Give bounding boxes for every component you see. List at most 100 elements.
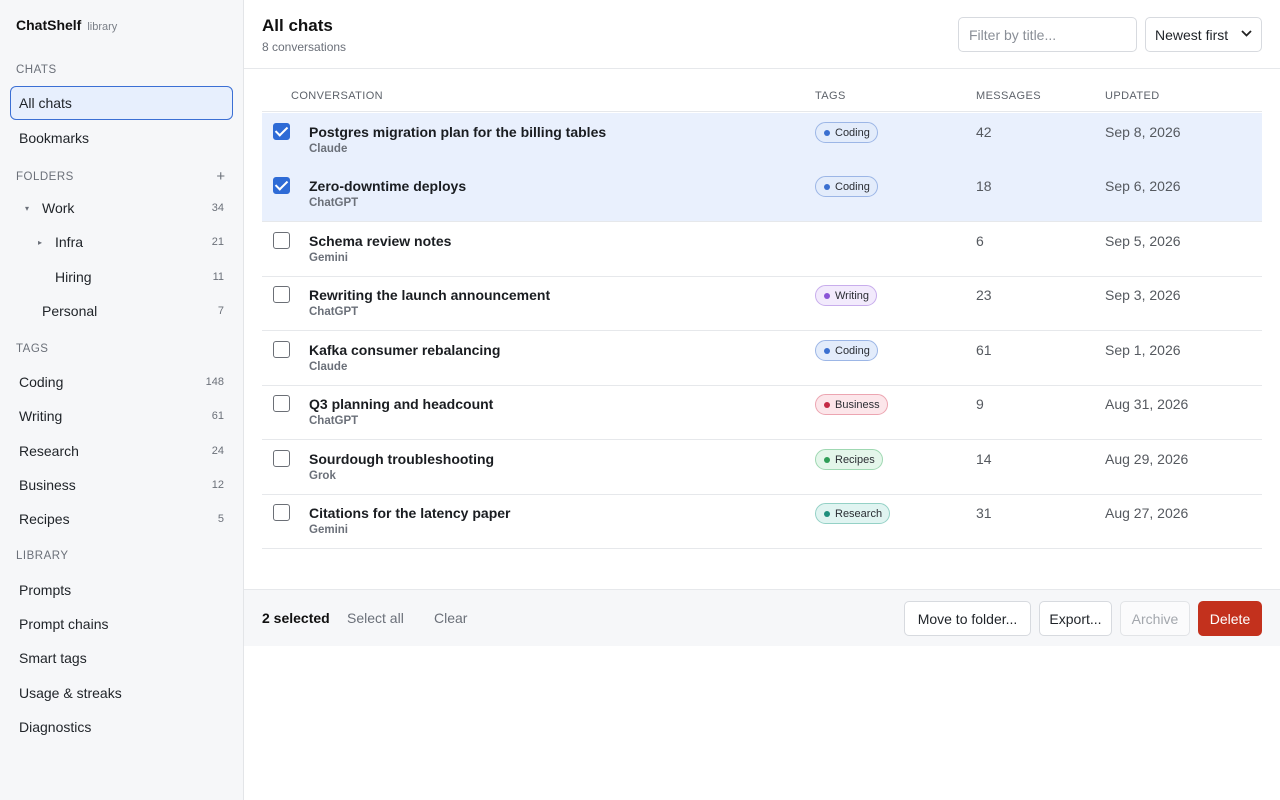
sidebar-item-all-chats[interactable]: All chats	[10, 86, 233, 120]
row-checkbox[interactable]	[273, 177, 290, 194]
sidebar-item-count: 61	[211, 410, 224, 422]
folder-infra[interactable]: ▸ Infra 21	[10, 225, 233, 259]
conversation-model: Gemini	[309, 524, 348, 536]
conversation-title[interactable]: Schema review notes	[309, 233, 451, 249]
select-all-button[interactable]: Select all	[347, 610, 404, 626]
row-checkbox[interactable]	[273, 504, 290, 521]
message-count: 6	[976, 233, 984, 249]
export-button[interactable]: Export...	[1039, 601, 1112, 636]
tag-badge[interactable]: Business	[815, 394, 888, 415]
conversation-title[interactable]: Sourdough troubleshooting	[309, 451, 494, 467]
column-tags[interactable]: TAGS	[815, 90, 846, 102]
message-count: 31	[976, 505, 992, 521]
row-checkbox[interactable]	[273, 232, 290, 249]
sidebar-item-count: 24	[211, 445, 224, 457]
conversation-title[interactable]: Kafka consumer rebalancing	[309, 342, 500, 358]
sort-select-value: Newest first	[1155, 26, 1229, 43]
folder-work[interactable]: ▾ Work 34	[10, 191, 233, 225]
filter-input[interactable]	[958, 17, 1137, 52]
sidebar-item-bookmarks[interactable]: Bookmarks	[10, 121, 233, 155]
row-checkbox[interactable]	[273, 286, 290, 303]
tag-badge[interactable]: Coding	[815, 340, 878, 361]
tag-filter-coding[interactable]: Coding 148	[10, 365, 233, 399]
brand-name: ChatShelf	[16, 17, 82, 33]
message-count: 61	[976, 342, 992, 358]
sidebar-item-label: Smart tags	[19, 650, 87, 666]
library-prompt-chains[interactable]: Prompt chains	[10, 607, 233, 641]
library-usage-streaks[interactable]: Usage & streaks	[10, 676, 233, 710]
library-prompts[interactable]: Prompts	[10, 573, 233, 607]
tag-filter-business[interactable]: Business 12	[10, 468, 233, 502]
table-row[interactable]: Q3 planning and headcount ChatGPT Business…	[262, 385, 1262, 440]
conversation-model: ChatGPT	[309, 415, 359, 427]
tag-badge[interactable]: Recipes	[815, 449, 883, 470]
tag-badge[interactable]: Coding	[815, 176, 878, 197]
library-smart-tags[interactable]: Smart tags	[10, 641, 233, 675]
folder-personal[interactable]: Personal 7	[10, 294, 233, 328]
conversation-title[interactable]: Postgres migration plan for the billing …	[309, 124, 606, 140]
delete-button[interactable]: Delete	[1198, 601, 1262, 636]
sidebar-item-label: Diagnostics	[19, 719, 92, 735]
sidebar-item-count: 34	[211, 202, 224, 214]
sidebar-item-label: Coding	[19, 374, 64, 390]
tags-heading: TAGS	[16, 343, 228, 355]
table-header: CONVERSATION TAGS MESSAGES UPDATED	[262, 80, 1262, 112]
row-checkbox[interactable]	[273, 341, 290, 358]
conversation-title[interactable]: Rewriting the launch announcement	[309, 287, 550, 303]
page-title: All chats	[262, 16, 333, 35]
conversation-model: ChatGPT	[309, 197, 359, 209]
message-count: 14	[976, 451, 992, 467]
tag-dot-icon	[824, 129, 830, 136]
column-updated[interactable]: UPDATED	[1105, 90, 1160, 102]
column-conversation[interactable]: CONVERSATION	[291, 90, 383, 102]
table-row[interactable]: Sourdough troubleshooting Grok Recipes 14 Au…	[262, 440, 1262, 495]
table-row[interactable]: Kafka consumer rebalancing Claude Coding 61…	[262, 331, 1262, 386]
folders-heading-label: FOLDERS	[16, 170, 74, 183]
tag-label: Writing	[835, 289, 870, 302]
move-to-folder-button[interactable]: Move to folder...	[904, 601, 1031, 636]
sidebar-item-label: All chats	[19, 95, 72, 111]
tag-badge[interactable]: Writing	[815, 285, 878, 306]
conversation-model: Gemini	[309, 252, 348, 264]
library-diagnostics[interactable]: Diagnostics	[10, 710, 233, 744]
table-row[interactable]: Rewriting the launch announcement ChatGPT…	[262, 276, 1262, 331]
tag-badge[interactable]: Coding	[815, 122, 878, 143]
tag-label: Research	[835, 507, 883, 520]
chevron-down-icon	[1241, 29, 1252, 40]
sidebar-item-label: Recipes	[19, 511, 70, 527]
tag-badge[interactable]: Research	[815, 503, 891, 524]
conversation-title[interactable]: Citations for the latency paper	[309, 505, 510, 521]
archive-button[interactable]: Archive	[1120, 601, 1190, 636]
caret-right-icon[interactable]: ▸	[38, 238, 48, 247]
sidebar-item-label: Prompt chains	[19, 616, 109, 632]
sidebar-item-count: 11	[212, 271, 224, 283]
updated-date: Sep 5, 2026	[1105, 233, 1181, 249]
sort-select[interactable]: Newest first	[1145, 17, 1262, 52]
add-folder-button[interactable]: +	[214, 169, 228, 184]
sidebar-item-label: Research	[19, 443, 79, 459]
caret-down-icon[interactable]: ▾	[25, 204, 35, 213]
sidebar-item-count: 148	[205, 376, 224, 388]
tag-dot-icon	[824, 510, 830, 517]
updated-date: Aug 29, 2026	[1105, 451, 1189, 467]
tag-filter-writing[interactable]: Writing 61	[10, 399, 233, 433]
conversation-title[interactable]: Zero-downtime deploys	[309, 178, 466, 194]
table-row[interactable]: Postgres migration plan for the billing …	[262, 113, 1262, 168]
message-count: 23	[976, 287, 992, 303]
tag-filter-research[interactable]: Research 24	[10, 434, 233, 468]
clear-selection-button[interactable]: Clear	[434, 610, 467, 626]
column-messages[interactable]: MESSAGES	[976, 90, 1041, 102]
conversation-model: Grok	[309, 470, 336, 482]
row-checkbox[interactable]	[273, 450, 290, 467]
folder-hiring[interactable]: Hiring 11	[10, 260, 233, 294]
conversation-title[interactable]: Q3 planning and headcount	[309, 396, 493, 412]
table-row[interactable]: Schema review notes Gemini 6 Sep 5, 2026	[262, 222, 1262, 277]
tag-filter-recipes[interactable]: Recipes 5	[10, 502, 233, 536]
message-count: 9	[976, 396, 984, 412]
tag-dot-icon	[824, 401, 830, 408]
table-row[interactable]: Citations for the latency paper Gemini Res…	[262, 494, 1262, 549]
row-checkbox[interactable]	[273, 123, 290, 140]
table-row[interactable]: Zero-downtime deploys ChatGPT Coding 18 Sep …	[262, 167, 1262, 222]
row-checkbox[interactable]	[273, 395, 290, 412]
header: All chats 8 conversations Newest first	[244, 0, 1280, 69]
